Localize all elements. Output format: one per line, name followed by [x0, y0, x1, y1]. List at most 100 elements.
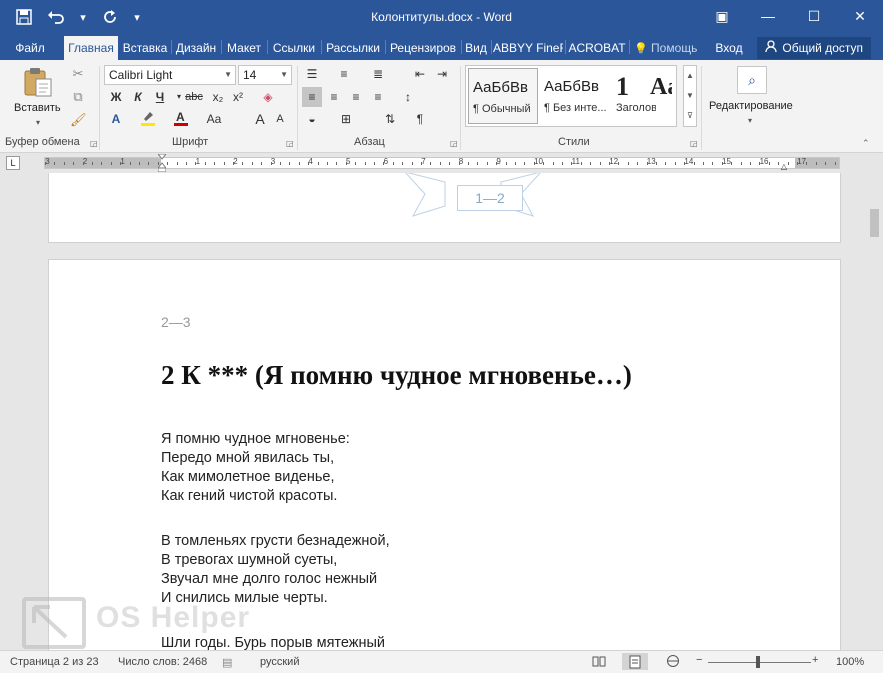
poem-line[interactable]: Я помню чудное мгновенье:	[161, 430, 350, 449]
tab-mailings[interactable]: Рассылки	[323, 36, 383, 60]
poem-line[interactable]: Как мимолетное виденье,	[161, 468, 350, 487]
tab-home[interactable]: Главная	[64, 36, 118, 60]
sort-icon[interactable]: ⇅	[380, 109, 400, 129]
close-icon[interactable]: ✕	[837, 0, 883, 32]
editing-dropdown-icon[interactable]: ▾	[748, 116, 752, 125]
subscript-button[interactable]: x₂	[208, 87, 228, 107]
indent-marker-icon[interactable]	[156, 153, 168, 173]
share-button[interactable]: Общий доступ	[757, 37, 871, 59]
zoom-in-button[interactable]: +	[812, 654, 818, 666]
underline-button[interactable]: Ч	[150, 87, 170, 107]
chevron-up-icon[interactable]: ▲	[684, 66, 696, 86]
tab-abbyy[interactable]: ABBYY FineF	[493, 36, 563, 60]
numbering-icon[interactable]: ≡	[334, 64, 354, 84]
horizontal-ruler[interactable]: △ 3 2 1 1 2 3 4 5 6 7 8 9 10 11 12 13 14 15 16 17	[44, 153, 840, 173]
editing-button[interactable]: Редактирование	[709, 100, 793, 112]
align-right-icon[interactable]: ≡	[346, 87, 366, 107]
font-color-icon[interactable]: A	[171, 109, 191, 129]
zoom-out-button[interactable]: −	[696, 654, 702, 666]
poem-line[interactable]: В тревогах шумной суеты,	[161, 551, 390, 570]
tab-insert[interactable]: Вставка	[120, 36, 170, 60]
chevron-down-icon[interactable]: ▼	[684, 86, 696, 106]
web-layout-icon[interactable]	[666, 654, 680, 671]
word-count-status[interactable]: Число слов: 2468	[118, 656, 207, 668]
tab-references[interactable]: Ссылки	[269, 36, 319, 60]
sign-in-link[interactable]: Вход	[710, 36, 748, 60]
chevron-down-icon[interactable]: ▼	[224, 66, 232, 84]
zoom-slider-thumb[interactable]	[756, 656, 760, 668]
footer-page-number[interactable]: 1—2	[457, 185, 523, 211]
paste-dropdown-icon[interactable]: ▾	[36, 118, 40, 127]
language-status[interactable]: русский	[260, 656, 299, 668]
paste-icon[interactable]	[22, 66, 54, 98]
tab-review[interactable]: Рецензиров	[387, 36, 459, 60]
document-heading[interactable]: 2 К *** (Я помню чудное мгновенье…)	[161, 360, 632, 391]
borders-icon[interactable]: ⊞	[336, 109, 356, 129]
bold-button[interactable]: Ж	[106, 87, 126, 107]
maximize-icon[interactable]: ☐	[791, 0, 837, 32]
print-layout-icon[interactable]	[622, 653, 648, 670]
tab-stop-selector-icon[interactable]: L	[6, 156, 20, 170]
highlight-icon[interactable]	[138, 109, 158, 129]
tab-acrobat[interactable]: ACROBAT	[567, 36, 627, 60]
font-size-combobox[interactable]: 14 ▼	[238, 65, 292, 85]
bullets-icon[interactable]: ☰	[302, 64, 322, 84]
search-icon[interactable]: ⌕	[737, 66, 767, 94]
paragraph-dialog-launcher-icon[interactable]: ◲	[450, 139, 458, 148]
tab-design[interactable]: Дизайн	[173, 36, 219, 60]
poem-line[interactable]: В томленьях грусти безнадежной,	[161, 532, 390, 551]
style-normal[interactable]: АаБбВв ¶ Обычный	[468, 68, 538, 124]
poem-line[interactable]: Передо мной явилась ты,	[161, 449, 350, 468]
proofing-icon[interactable]: ▤	[222, 656, 232, 669]
clear-formatting-icon[interactable]: ◈	[258, 87, 278, 107]
multilevel-list-icon[interactable]: ≣	[368, 64, 388, 84]
strikethrough-button[interactable]: abc	[184, 87, 204, 107]
change-case-button[interactable]: Aa	[204, 109, 224, 129]
styles-scroll[interactable]: ▲ ▼ ⊽	[683, 65, 697, 127]
font-name-combobox[interactable]: Calibri Light ▼	[104, 65, 236, 85]
justify-icon[interactable]: ≡	[368, 87, 388, 107]
decrease-indent-icon[interactable]: ⇤	[410, 64, 430, 84]
ruler-tick	[496, 162, 498, 165]
tab-layout[interactable]: Макет	[223, 36, 265, 60]
poem-line[interactable]: Звучал мне долго голос нежный	[161, 570, 390, 589]
styles-dialog-launcher-icon[interactable]: ◲	[690, 139, 698, 148]
show-formatting-marks-button[interactable]: ¶	[410, 109, 430, 129]
vertical-scrollbar[interactable]	[866, 173, 883, 650]
paste-button[interactable]: Вставить	[14, 102, 61, 114]
grow-font-button[interactable]: A	[250, 109, 270, 129]
copy-icon[interactable]: ⧉	[70, 89, 86, 105]
tab-tell-me[interactable]: 💡 Помощь	[634, 36, 704, 60]
clipboard-dialog-launcher-icon[interactable]: ◲	[90, 139, 98, 148]
tab-file[interactable]: Файл	[8, 36, 52, 60]
style-no-spacing[interactable]: АаБбВв ¶ Без инте...	[540, 68, 610, 124]
ruler-tick	[571, 162, 573, 165]
italic-button[interactable]: К	[128, 87, 148, 107]
line-spacing-icon[interactable]: ↕	[398, 87, 418, 107]
align-left-icon[interactable]: ≡	[302, 87, 322, 107]
style-heading-2[interactable]: Aa	[646, 68, 676, 124]
collapse-ribbon-icon[interactable]: ⌃	[862, 138, 870, 149]
header-page-number[interactable]: 2—3	[161, 314, 191, 330]
shading-icon[interactable]: ◒	[302, 109, 322, 129]
zoom-level[interactable]: 100%	[836, 656, 864, 668]
scrollbar-thumb[interactable]	[870, 209, 879, 237]
ribbon-display-options-icon[interactable]: ▣	[699, 0, 745, 32]
font-dialog-launcher-icon[interactable]: ◲	[286, 139, 294, 148]
superscript-button[interactable]: x²	[228, 87, 248, 107]
minimize-icon[interactable]: —	[745, 0, 791, 32]
align-center-icon[interactable]: ≡	[324, 87, 344, 107]
tab-view[interactable]: Вид	[463, 36, 489, 60]
format-painter-icon[interactable]: 🖌	[70, 112, 87, 128]
chevron-down-icon[interactable]: ▼	[280, 66, 288, 84]
right-indent-marker-icon[interactable]: △	[781, 162, 787, 171]
ruler-tick	[242, 162, 244, 165]
poem-line[interactable]: Как гений чистой красоты.	[161, 487, 350, 506]
increase-indent-icon[interactable]: ⇥	[432, 64, 452, 84]
read-mode-icon[interactable]	[592, 654, 606, 671]
more-styles-icon[interactable]: ⊽	[684, 106, 696, 126]
page-count-status[interactable]: Страница 2 из 23	[10, 656, 99, 668]
cut-icon[interactable]: ✂	[70, 66, 86, 82]
shrink-font-button[interactable]: A	[270, 109, 290, 129]
text-effects-icon[interactable]: A	[106, 109, 126, 129]
